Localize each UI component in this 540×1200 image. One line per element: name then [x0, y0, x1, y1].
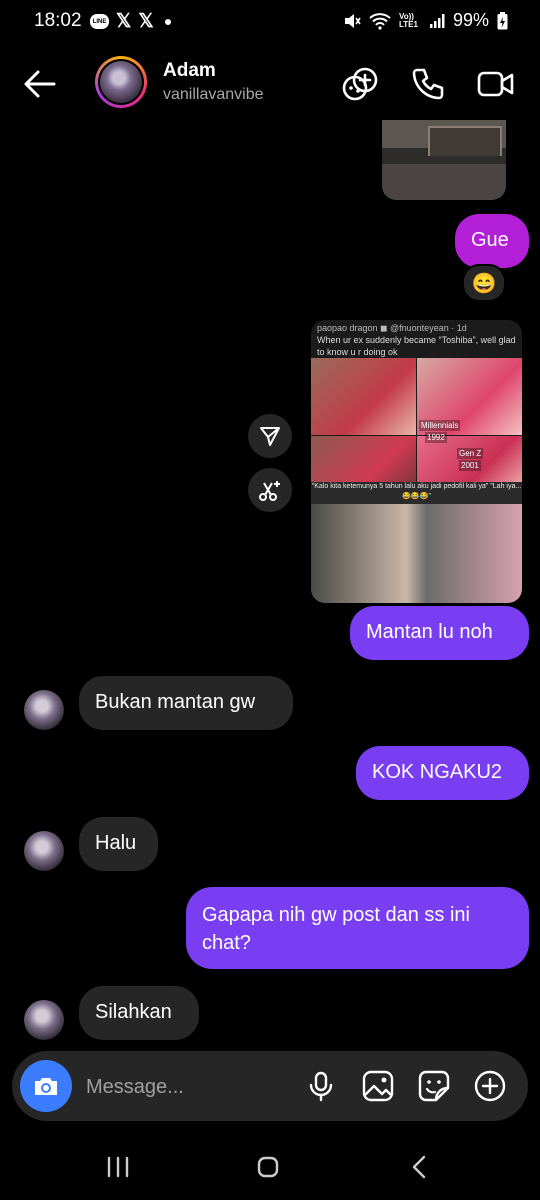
contact-username[interactable]: vanillavanvibe — [163, 86, 264, 104]
notification-icons: LINE 𝕏 𝕏 — [90, 10, 171, 33]
phone-icon[interactable] — [408, 64, 448, 104]
status-time: 18:02 — [34, 10, 82, 31]
network-type-label: Vo)) LTE1 — [398, 11, 418, 29]
more-notifications-dot-icon — [164, 18, 171, 25]
microphone-icon[interactable] — [304, 1069, 338, 1103]
message-incoming[interactable]: Halu — [79, 817, 158, 871]
plus-circle-icon[interactable] — [473, 1069, 507, 1103]
meme-caption-handle: paopao dragon ◼ @fnuonteyean · 1d — [317, 323, 467, 333]
chat-header: Adam vanillavanvibe — [0, 50, 540, 120]
profile-avatar[interactable] — [95, 56, 147, 108]
camera-icon — [35, 1078, 57, 1095]
mute-icon — [344, 13, 361, 28]
remix-icon — [259, 481, 280, 501]
message-text: Gue — [471, 229, 509, 251]
meme-label-millennials: Millennials — [419, 420, 461, 431]
system-icons: Vo)) LTE1 99% — [343, 10, 508, 31]
remix-button[interactable] — [248, 468, 292, 512]
shared-meme-image[interactable]: paopao dragon ◼ @fnuonteyean · 1d When u… — [311, 320, 522, 603]
contact-avatar[interactable] — [24, 690, 64, 730]
meme-caption-text: When ur ex suddenly became “Toshiba”, we… — [317, 335, 516, 357]
meme-middle-caption: "Kalo kita ketemunya 5 tahun lalu aku ja… — [311, 482, 522, 504]
message-outgoing[interactable]: KOK NGAKU2 — [356, 746, 529, 800]
wifi-icon — [369, 12, 391, 30]
contact-avatar[interactable] — [24, 1000, 64, 1040]
back-nav-icon[interactable] — [400, 1152, 440, 1182]
contact-avatar[interactable] — [24, 831, 64, 871]
message-text: Silahkan — [95, 1001, 172, 1023]
message-text: Mantan lu noh — [366, 621, 493, 643]
system-navigation-bar — [0, 1130, 540, 1200]
back-arrow-icon[interactable] — [20, 64, 60, 104]
sticker-icon[interactable] — [417, 1069, 451, 1103]
share-button[interactable] — [248, 414, 292, 458]
message-composer — [12, 1051, 528, 1121]
meme-label-genz: Gen Z — [457, 448, 484, 459]
battery-charging-icon — [497, 11, 508, 29]
battery-percentage: 99% — [452, 10, 489, 30]
gallery-icon[interactable] — [361, 1069, 395, 1103]
message-outgoing[interactable]: Gapapa nih gw post dan ss ini chat? — [186, 887, 529, 969]
message-text: Bukan mantan gw — [95, 691, 256, 713]
message-outgoing[interactable]: Mantan lu noh — [350, 606, 529, 660]
meme-label-2001: 2001 — [459, 460, 481, 471]
message-input[interactable] — [84, 1069, 288, 1105]
home-icon[interactable] — [248, 1152, 288, 1182]
message-incoming[interactable]: Silahkan — [79, 986, 199, 1040]
meme-label-1992: 1992 — [425, 432, 447, 443]
status-bar: 18:02 LINE 𝕏 𝕏 Vo)) LTE1 99% — [0, 0, 540, 44]
video-icon[interactable] — [476, 64, 516, 104]
message-outgoing[interactable]: Gue — [455, 214, 529, 268]
message-reaction[interactable]: 😄 — [462, 264, 506, 302]
x-app-icon-2: 𝕏 — [138, 11, 154, 32]
recent-apps-icon[interactable] — [98, 1152, 138, 1182]
message-text: Halu — [95, 832, 137, 854]
x-app-icon: 𝕏 — [116, 11, 132, 32]
camera-button[interactable] — [20, 1060, 72, 1112]
message-text: Gapapa nih gw post dan ss ini chat? — [202, 904, 470, 954]
contact-name[interactable]: Adam — [163, 60, 216, 82]
line-app-icon: LINE — [90, 14, 109, 29]
signal-icon — [429, 13, 445, 28]
add-effect-icon[interactable] — [340, 64, 380, 104]
message-incoming[interactable]: Bukan mantan gw — [79, 676, 293, 730]
share-icon — [260, 427, 280, 446]
message-text: KOK NGAKU2 — [372, 761, 503, 783]
shared-photo-top[interactable] — [382, 120, 506, 200]
